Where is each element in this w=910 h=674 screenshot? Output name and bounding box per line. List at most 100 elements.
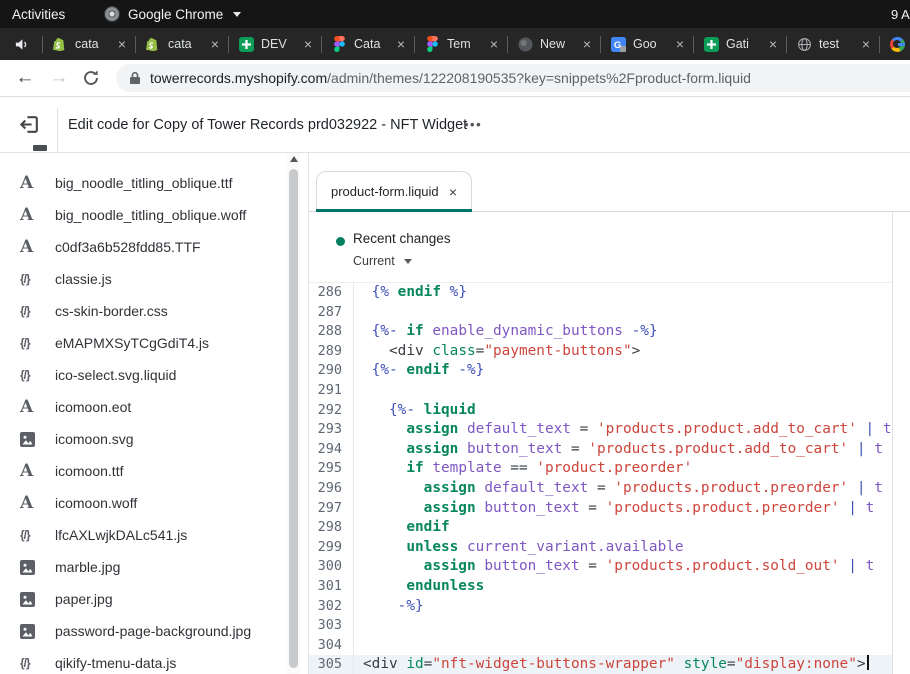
tab-close-icon[interactable]: × [862, 37, 870, 51]
file-item[interactable]: Ac0df3a6b528fdd85.TTF [0, 231, 288, 263]
tab-close-icon[interactable]: × [397, 37, 405, 51]
browser-tab[interactable]: Cata× [322, 28, 414, 60]
browser-tab[interactable]: test× [787, 28, 879, 60]
url-host: towerrecords.myshopify.com [150, 70, 327, 86]
tab-close-icon[interactable]: × [304, 37, 312, 51]
code-line[interactable]: 298 endif [309, 518, 892, 538]
code-line[interactable]: 304 [309, 636, 892, 656]
code-area[interactable]: 286 {% endif %}287288 {%- if enable_dyna… [309, 283, 892, 674]
audio-indicator-tab[interactable] [0, 28, 42, 60]
line-number: 298 [309, 518, 353, 538]
file-item[interactable]: {/}qikify-tmenu-data.js [0, 647, 288, 674]
activities-button[interactable]: Activities [12, 7, 65, 22]
browser-tab[interactable]: Tem × [415, 28, 507, 60]
line-number: 286 [309, 283, 353, 303]
address-bar[interactable]: towerrecords.myshopify.com/admin/themes/… [116, 64, 910, 92]
tab-close-icon[interactable]: × [769, 37, 777, 51]
browser-tab[interactable]: DEV × [229, 28, 321, 60]
forward-button[interactable]: → [46, 65, 72, 91]
browser-tab[interactable] [880, 28, 910, 60]
lock-icon[interactable] [129, 71, 141, 85]
browser-tab[interactable]: Gati × [694, 28, 786, 60]
code-line[interactable]: 288 {%- if enable_dynamic_buttons -%} [309, 322, 892, 342]
file-item[interactable]: password-page-background.jpg [0, 615, 288, 647]
file-item[interactable]: {/}ico-select.svg.liquid [0, 359, 288, 391]
system-top-bar: Activities Google Chrome 9 A [0, 0, 910, 28]
tab-title: Gati [726, 37, 762, 51]
line-text [353, 616, 892, 636]
code-line[interactable]: 296 assign default_text = 'products.prod… [309, 479, 892, 499]
code-line[interactable]: 290 {%- endif -%} [309, 361, 892, 381]
browser-tab[interactable]: cata × [136, 28, 228, 60]
editor-file-tab[interactable]: product-form.liquid × [316, 171, 472, 211]
browser-tab[interactable]: New× [508, 28, 600, 60]
tab-title: cata [168, 37, 204, 51]
exit-code-editor-button[interactable] [18, 113, 42, 137]
file-name: icomoon.woff [55, 495, 137, 511]
code-line[interactable]: 286 {% endif %} [309, 283, 892, 303]
editor-tab-close-button[interactable]: × [449, 184, 457, 200]
line-number: 292 [309, 401, 353, 421]
code-line[interactable]: 299 unless current_variant.available [309, 538, 892, 558]
file-item[interactable]: {/}classie.js [0, 263, 288, 295]
file-item[interactable]: marble.jpg [0, 551, 288, 583]
code-line[interactable]: 291 [309, 381, 892, 401]
file-item[interactable]: Aicomoon.ttf [0, 455, 288, 487]
file-item[interactable]: Aicomoon.eot [0, 391, 288, 423]
tab-close-icon[interactable]: × [118, 37, 126, 51]
file-item[interactable]: Aicomoon.woff [0, 487, 288, 519]
file-item[interactable]: Abig_noodle_titling_oblique.woff [0, 199, 288, 231]
file-item[interactable]: icomoon.svg [0, 423, 288, 455]
sheets-icon [238, 36, 254, 52]
line-text: assign button_text = 'products.product.p… [353, 499, 892, 519]
tab-title: DEV [261, 37, 297, 51]
line-number: 303 [309, 616, 353, 636]
code-line[interactable]: 287 [309, 303, 892, 323]
code-line[interactable]: 292 {%- liquid [309, 401, 892, 421]
app-menu-button[interactable]: Google Chrome [104, 6, 241, 22]
file-name: ico-select.svg.liquid [55, 367, 176, 383]
browser-tab[interactable]: GGoo× [601, 28, 693, 60]
tab-close-icon[interactable]: × [490, 37, 498, 51]
code-line[interactable]: 295 if template == 'product.preorder' [309, 459, 892, 479]
tab-close-icon[interactable]: × [583, 37, 591, 51]
tab-list: cata×cata×DEV×Cata×Tem×New×GGoo×Gati×tes… [0, 28, 910, 60]
version-label: Current [353, 254, 395, 268]
file-item[interactable]: Abig_noodle_titling_oblique.ttf [0, 167, 288, 199]
url-path: /admin/themes/122208190535?key=snippets%… [327, 70, 751, 86]
code-line[interactable]: 297 assign button_text = 'products.produ… [309, 499, 892, 519]
browser-tab[interactable]: cata× [43, 28, 135, 60]
file-item[interactable]: {/}eMAPMXSyTCgGdiT4.js [0, 327, 288, 359]
file-item[interactable]: {/}cs-skin-border.css [0, 295, 288, 327]
code-line[interactable]: 300 assign button_text = 'products.produ… [309, 557, 892, 577]
reload-button[interactable] [82, 69, 100, 92]
tab-title: Tem [447, 37, 483, 51]
code-line[interactable]: 294 assign button_text = 'products.produ… [309, 440, 892, 460]
file-name: paper.jpg [55, 591, 113, 607]
file-name: big_noodle_titling_oblique.ttf [55, 175, 232, 191]
scroll-up-arrow-icon[interactable] [290, 156, 298, 162]
file-item[interactable]: paper.jpg [0, 583, 288, 615]
back-button[interactable]: ← [12, 65, 38, 91]
file-name: qikify-tmenu-data.js [55, 655, 176, 671]
tab-close-icon[interactable]: × [211, 37, 219, 51]
code-line[interactable]: 302 -%} [309, 597, 892, 617]
code-line[interactable]: 301 endunless [309, 577, 892, 597]
version-dropdown[interactable]: Current [353, 254, 412, 268]
file-item[interactable]: {/}lfcAXLwjkDALc541.js [0, 519, 288, 551]
tab-close-icon[interactable]: × [676, 37, 684, 51]
font-file-icon: A [20, 463, 46, 480]
more-actions-button[interactable]: ••• [464, 97, 482, 152]
line-number: 293 [309, 420, 353, 440]
page-title: Edit code for Copy of Tower Records prd0… [68, 97, 467, 152]
system-clock[interactable]: 9 A [891, 7, 910, 22]
code-line[interactable]: 305<div id="nft-widget-buttons-wrapper" … [309, 655, 892, 674]
scrollbar-thumb[interactable] [289, 169, 298, 668]
code-line[interactable]: 289 <div class="payment-buttons"> [309, 342, 892, 362]
line-text: {%- if enable_dynamic_buttons -%} [353, 322, 892, 342]
code-line[interactable]: 293 assign default_text = 'products.prod… [309, 420, 892, 440]
code-line[interactable]: 303 [309, 616, 892, 636]
sidebar-scrollbar[interactable] [287, 153, 300, 674]
page-header: Edit code for Copy of Tower Records prd0… [0, 97, 910, 153]
file-name: big_noodle_titling_oblique.woff [55, 207, 246, 223]
